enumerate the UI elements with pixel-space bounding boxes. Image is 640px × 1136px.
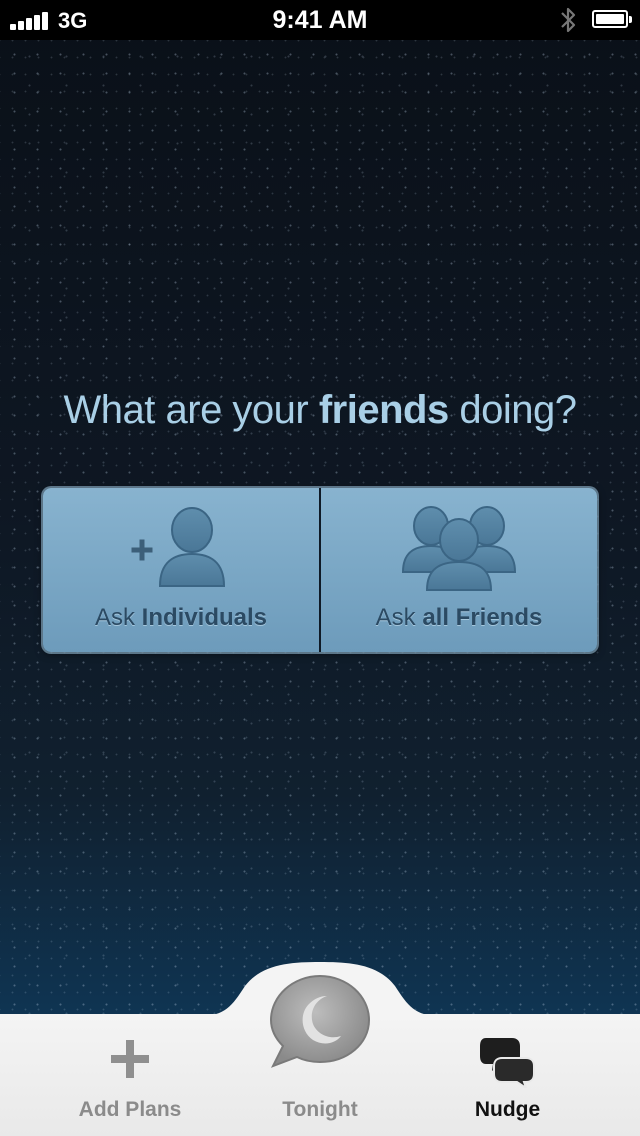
chat-bubbles-icon [480, 1038, 535, 1088]
ask-individuals-label: Ask Individuals [43, 604, 319, 632]
tab-tonight[interactable]: Tonight [250, 974, 390, 1122]
status-time: 9:41 AM [272, 6, 368, 34]
moon-speech-bubble-icon [269, 974, 371, 1068]
page-title: What are your friends doing? [0, 388, 640, 433]
add-person-icon [131, 507, 226, 587]
ask-individuals-button[interactable]: Ask Individuals [43, 488, 319, 652]
headline-prefix: What are your [63, 388, 319, 432]
tab-add-plans-label: Add Plans [78, 1098, 182, 1121]
ask-all-friends-button[interactable]: Ask all Friends [319, 488, 597, 652]
ask-all-friends-prefix: Ask [375, 604, 423, 631]
tab-nudge[interactable]: Nudge [440, 1020, 575, 1122]
ask-button-group: Ask Individuals Ask all Friends [43, 488, 597, 652]
ask-all-friends-label: Ask all Friends [321, 604, 597, 632]
ask-individuals-prefix: Ask [94, 604, 142, 631]
tab-add-plans[interactable]: Add Plans [60, 1020, 200, 1122]
battery-icon [592, 10, 632, 28]
tab-nudge-label: Nudge [474, 1098, 541, 1121]
headline-suffix: doing? [448, 388, 577, 432]
group-icon [401, 506, 517, 591]
plus-icon [111, 1040, 149, 1078]
app-screen: 3G 9:41 AM What are your friends doing? … [0, 0, 640, 1136]
headline-emphasis: friends [318, 388, 449, 432]
ask-all-friends-emphasis: all Friends [422, 604, 543, 631]
bluetooth-icon [561, 7, 576, 33]
ask-individuals-emphasis: Individuals [141, 604, 268, 631]
status-bar: 3G 9:41 AM [0, 0, 640, 40]
tab-tonight-label: Tonight [282, 1098, 358, 1121]
